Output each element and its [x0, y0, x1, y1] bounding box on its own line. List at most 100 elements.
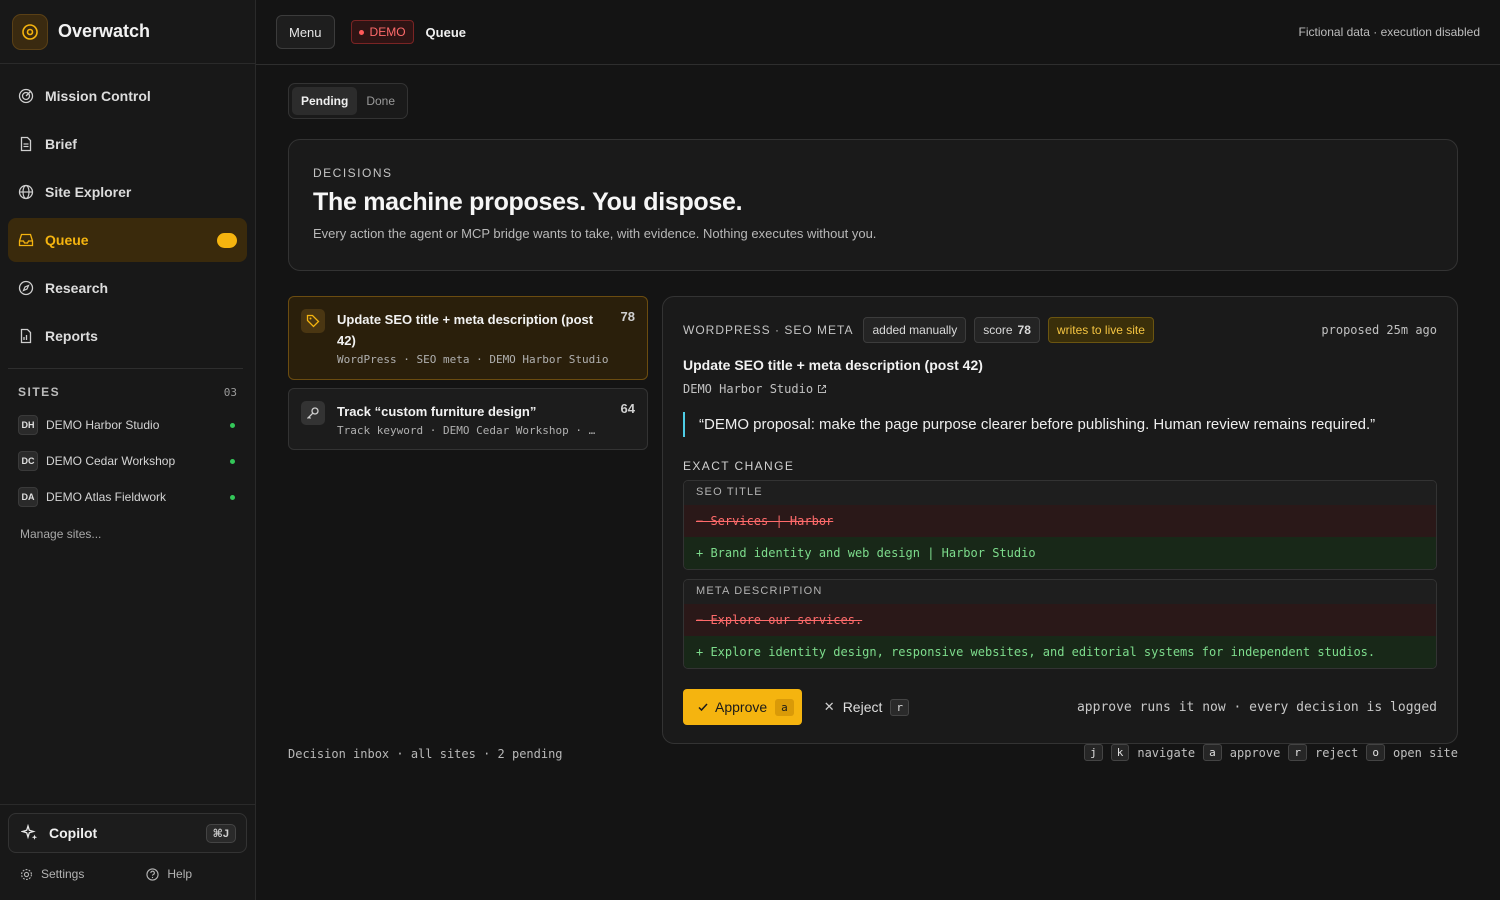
nav-label: Reports: [45, 328, 98, 344]
nav-label: Research: [45, 280, 109, 296]
site-item-cedar-workshop[interactable]: DC DEMO Cedar Workshop: [0, 443, 255, 479]
brand[interactable]: Overwatch: [0, 0, 255, 64]
key-hint-label: approve: [1229, 745, 1281, 760]
demo-dot: [358, 29, 364, 35]
queue-item[interactable]: Update SEO title + meta description (pos…: [288, 296, 648, 380]
queue-item[interactable]: Track “custom furniture design” Track ke…: [288, 388, 648, 450]
queue-item-score: 78: [620, 309, 635, 324]
nav-label: Mission Control: [45, 88, 151, 104]
tab-pending[interactable]: Pending: [292, 87, 358, 115]
reject-button[interactable]: ✕ Reject r: [823, 698, 909, 716]
proposed-time: proposed 25m ago: [1321, 323, 1437, 337]
site-name: DEMO Cedar Workshop: [46, 454, 176, 468]
site-name: DEMO Atlas Fieldwork: [46, 490, 167, 504]
help-label: Help: [167, 867, 193, 881]
key-hint: a: [1203, 744, 1222, 761]
tab-done[interactable]: Done: [357, 87, 404, 115]
site-status-dot: [230, 458, 235, 464]
decisions-hero: DECISIONS The machine proposes. You disp…: [288, 139, 1458, 271]
external-link-icon: [818, 385, 827, 393]
copilot-button[interactable]: Copilot ⌘J: [8, 813, 247, 853]
key-hint: r: [1288, 744, 1307, 761]
help-link[interactable]: Help: [146, 867, 192, 881]
key-hint: o: [1366, 744, 1385, 761]
detail-header: WORDPRESS · SEO META added manually scor…: [683, 317, 1437, 343]
close-icon: ✕: [823, 699, 835, 714]
inbox-summary: Decision inbox · all sites · 2 pending: [288, 747, 563, 761]
queue-item-title: Track “custom furniture design”: [337, 404, 537, 419]
radar-icon: [18, 88, 34, 104]
score-chip: score 78: [974, 317, 1040, 343]
site-badge: DA: [18, 487, 38, 507]
queue-item-meta: Track keyword · DEMO Cedar Workshop · …: [337, 424, 596, 437]
key-hint-label: navigate: [1137, 745, 1196, 760]
diff-added-line: + Explore identity design, responsive we…: [684, 636, 1436, 668]
site-item-harbor-studio[interactable]: DH DEMO Harbor Studio: [0, 407, 255, 443]
nav-item-reports[interactable]: Reports: [8, 314, 247, 358]
manage-sites-link[interactable]: Manage sites...: [0, 515, 255, 553]
key-hint-label: open site: [1392, 745, 1458, 760]
sidebar-links: Settings Help: [8, 853, 247, 881]
sites-header: SITES 03: [0, 369, 255, 407]
queue-indicator: [217, 232, 237, 248]
sites-title: SITES: [18, 385, 61, 399]
sidebar: Overwatch Mission Control Brief Site Exp…: [0, 0, 256, 900]
copilot-label: Copilot: [49, 825, 98, 841]
key-icon: [301, 401, 325, 425]
approve-shortcut: a: [775, 698, 794, 716]
approve-button[interactable]: Approve a: [683, 689, 802, 725]
diff-seo-title: SEO TITLE − Services | Harbor + Brand id…: [683, 480, 1437, 570]
hero-subtitle: Every action the agent or MCP bridge wan…: [313, 226, 877, 241]
demo-label: DEMO: [369, 25, 406, 39]
help-icon: [146, 867, 159, 881]
exact-change-label: EXACT CHANGE: [683, 459, 795, 473]
nav-item-mission-control[interactable]: Mission Control: [8, 74, 247, 118]
gear-icon: [21, 868, 32, 880]
check-icon: [698, 703, 708, 712]
nav-label: Queue: [45, 232, 89, 248]
nav-item-queue[interactable]: Queue: [8, 218, 247, 262]
site-status-dot: [230, 422, 235, 428]
main-nav: Mission Control Brief Site Explorer Queu…: [0, 64, 255, 358]
reject-label: Reject: [842, 699, 883, 715]
compass-icon: [18, 280, 34, 296]
key-hint: j: [1084, 744, 1103, 761]
settings-link[interactable]: Settings: [20, 867, 84, 881]
nav-item-brief[interactable]: Brief: [8, 122, 247, 166]
reject-shortcut: r: [890, 698, 909, 716]
nav-label: Brief: [45, 136, 77, 152]
detail-title: Update SEO title + meta description (pos…: [683, 357, 983, 373]
decision-detail: WORDPRESS · SEO META added manually scor…: [662, 296, 1458, 744]
keyboard-hints: j k navigate a approve r reject o open s…: [1084, 744, 1458, 761]
report-icon: [20, 328, 32, 344]
queue-item-title: Update SEO title + meta description (pos…: [337, 312, 594, 348]
action-kind: WORDPRESS · SEO META: [683, 323, 854, 337]
score-chip-label: score: [983, 323, 1013, 337]
nav-item-research[interactable]: Research: [8, 266, 247, 310]
nav-item-site-explorer[interactable]: Site Explorer: [8, 170, 247, 214]
diff-label: SEO TITLE: [684, 481, 1436, 505]
page-title: The machine proposes. You dispose.: [313, 188, 743, 216]
globe-icon: [18, 184, 34, 200]
environment-note: Fictional data · execution disabled: [1298, 25, 1480, 39]
site-badge: DH: [18, 415, 38, 435]
live-site-warning-chip: writes to live site: [1047, 317, 1154, 343]
diff-removed-line: − Explore our services.: [684, 604, 1436, 636]
document-icon: [20, 136, 32, 152]
diff-meta-description: META DESCRIPTION − Explore our services.…: [683, 579, 1437, 669]
tag-icon: [301, 309, 325, 333]
key-hint: k: [1110, 744, 1130, 761]
breadcrumb: Queue: [425, 24, 466, 40]
menu-button[interactable]: Menu: [276, 15, 335, 49]
site-item-atlas-fieldwork[interactable]: DA DEMO Atlas Fieldwork: [0, 479, 255, 515]
queue-item-meta: WordPress · SEO meta · DEMO Harbor Studi…: [337, 353, 609, 366]
source-chip: added manually: [863, 317, 967, 343]
app-name: Overwatch: [58, 21, 151, 41]
diff-added-line: + Brand identity and web design | Harbor…: [684, 537, 1436, 569]
main-content: Pending Done DECISIONS The machine propo…: [288, 83, 1458, 761]
actions-note: approve runs it now · every decision is …: [1076, 699, 1437, 715]
inbox-icon: [18, 233, 34, 247]
demo-badge: DEMO: [350, 20, 414, 44]
proposal-rationale: “DEMO proposal: make the page purpose cl…: [683, 412, 1437, 437]
detail-site-link[interactable]: DEMO Harbor Studio: [683, 382, 1437, 396]
